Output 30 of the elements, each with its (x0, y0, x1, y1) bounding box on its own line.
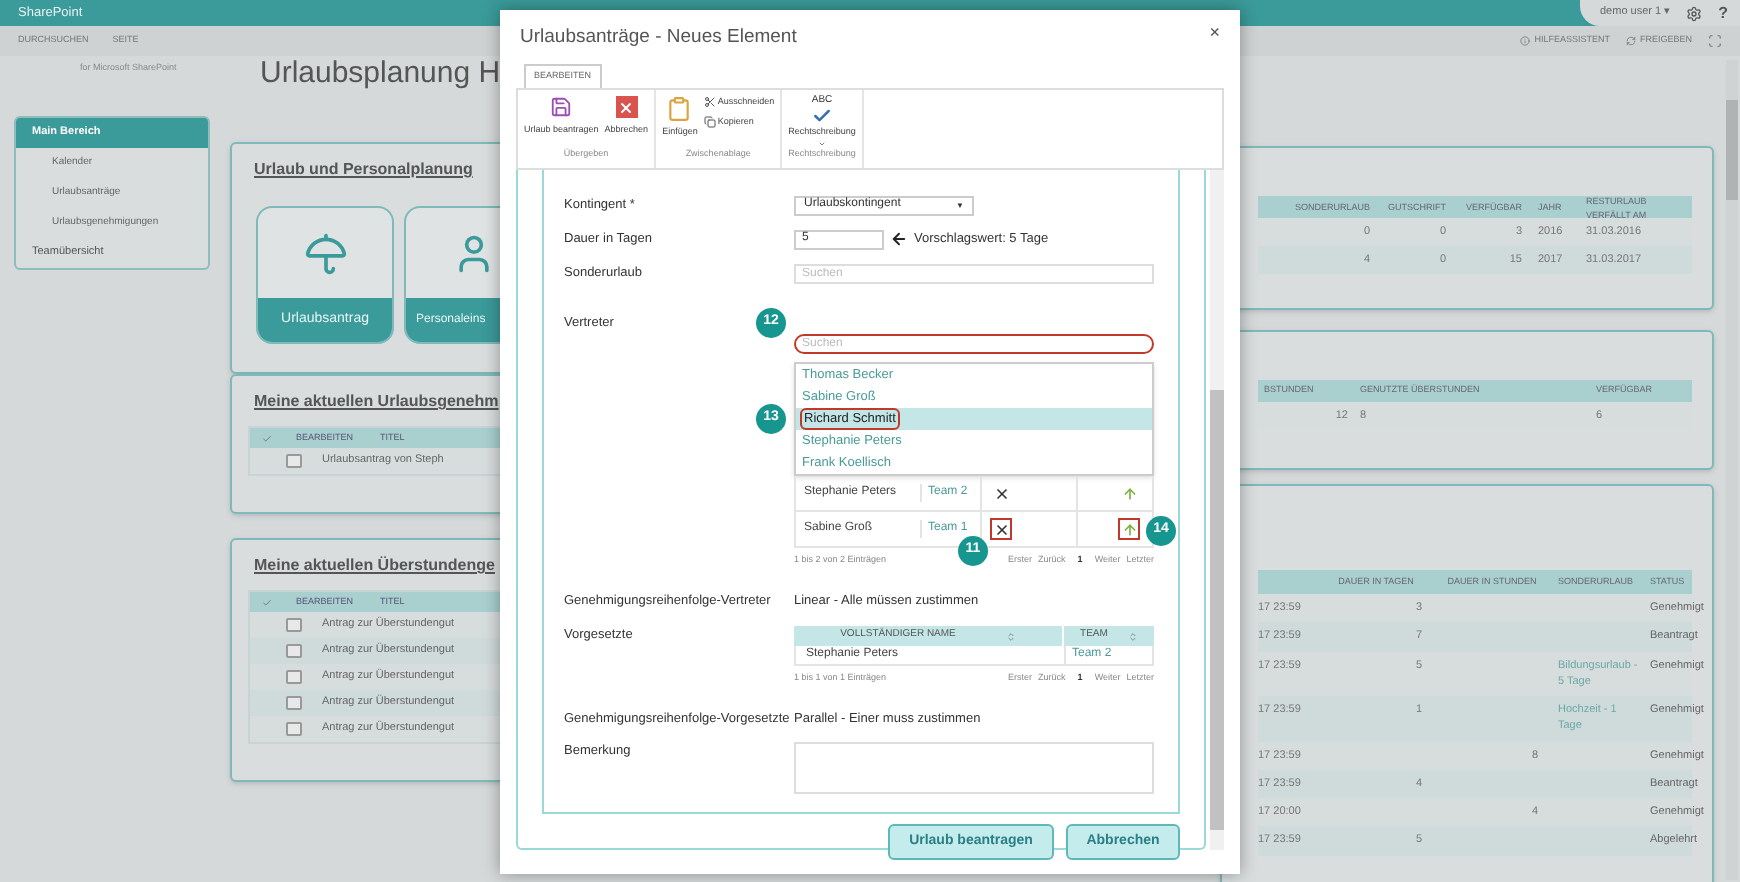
focus-icon[interactable] (1708, 34, 1722, 48)
sort-icon (1127, 631, 1138, 641)
check-icon[interactable] (262, 433, 272, 443)
close-icon (993, 485, 1009, 501)
edit-icon[interactable] (286, 454, 302, 468)
comment-field[interactable] (794, 742, 1154, 794)
scissors-icon (703, 96, 716, 109)
help-button[interactable]: ? (1718, 1, 1728, 25)
scrollbar[interactable] (1210, 170, 1224, 850)
arrow-up-icon (1121, 521, 1137, 537)
page-title: Urlaubsplanung H (260, 54, 501, 94)
sort-icon (1005, 631, 1016, 641)
arrow-up-icon (1121, 485, 1137, 501)
check-icon[interactable] (262, 597, 272, 607)
page-scrollbar[interactable] (1726, 60, 1738, 880)
umbrella-icon (303, 231, 347, 275)
save-icon (550, 96, 573, 118)
info-icon (1520, 36, 1531, 46)
move-up-button[interactable] (1118, 518, 1140, 540)
close-icon (615, 96, 638, 118)
copy-icon (703, 116, 716, 129)
dialog-title: Urlaubsanträge - Neues Element (520, 24, 797, 52)
settings-icon[interactable] (1686, 5, 1703, 21)
arrow-left-icon (890, 230, 908, 248)
remove-button[interactable] (990, 518, 1012, 540)
close-button[interactable]: × (1209, 24, 1220, 42)
close-icon (993, 521, 1009, 537)
clipboard-icon (666, 96, 693, 122)
refresh-icon (1625, 36, 1636, 46)
check-icon (812, 106, 832, 126)
